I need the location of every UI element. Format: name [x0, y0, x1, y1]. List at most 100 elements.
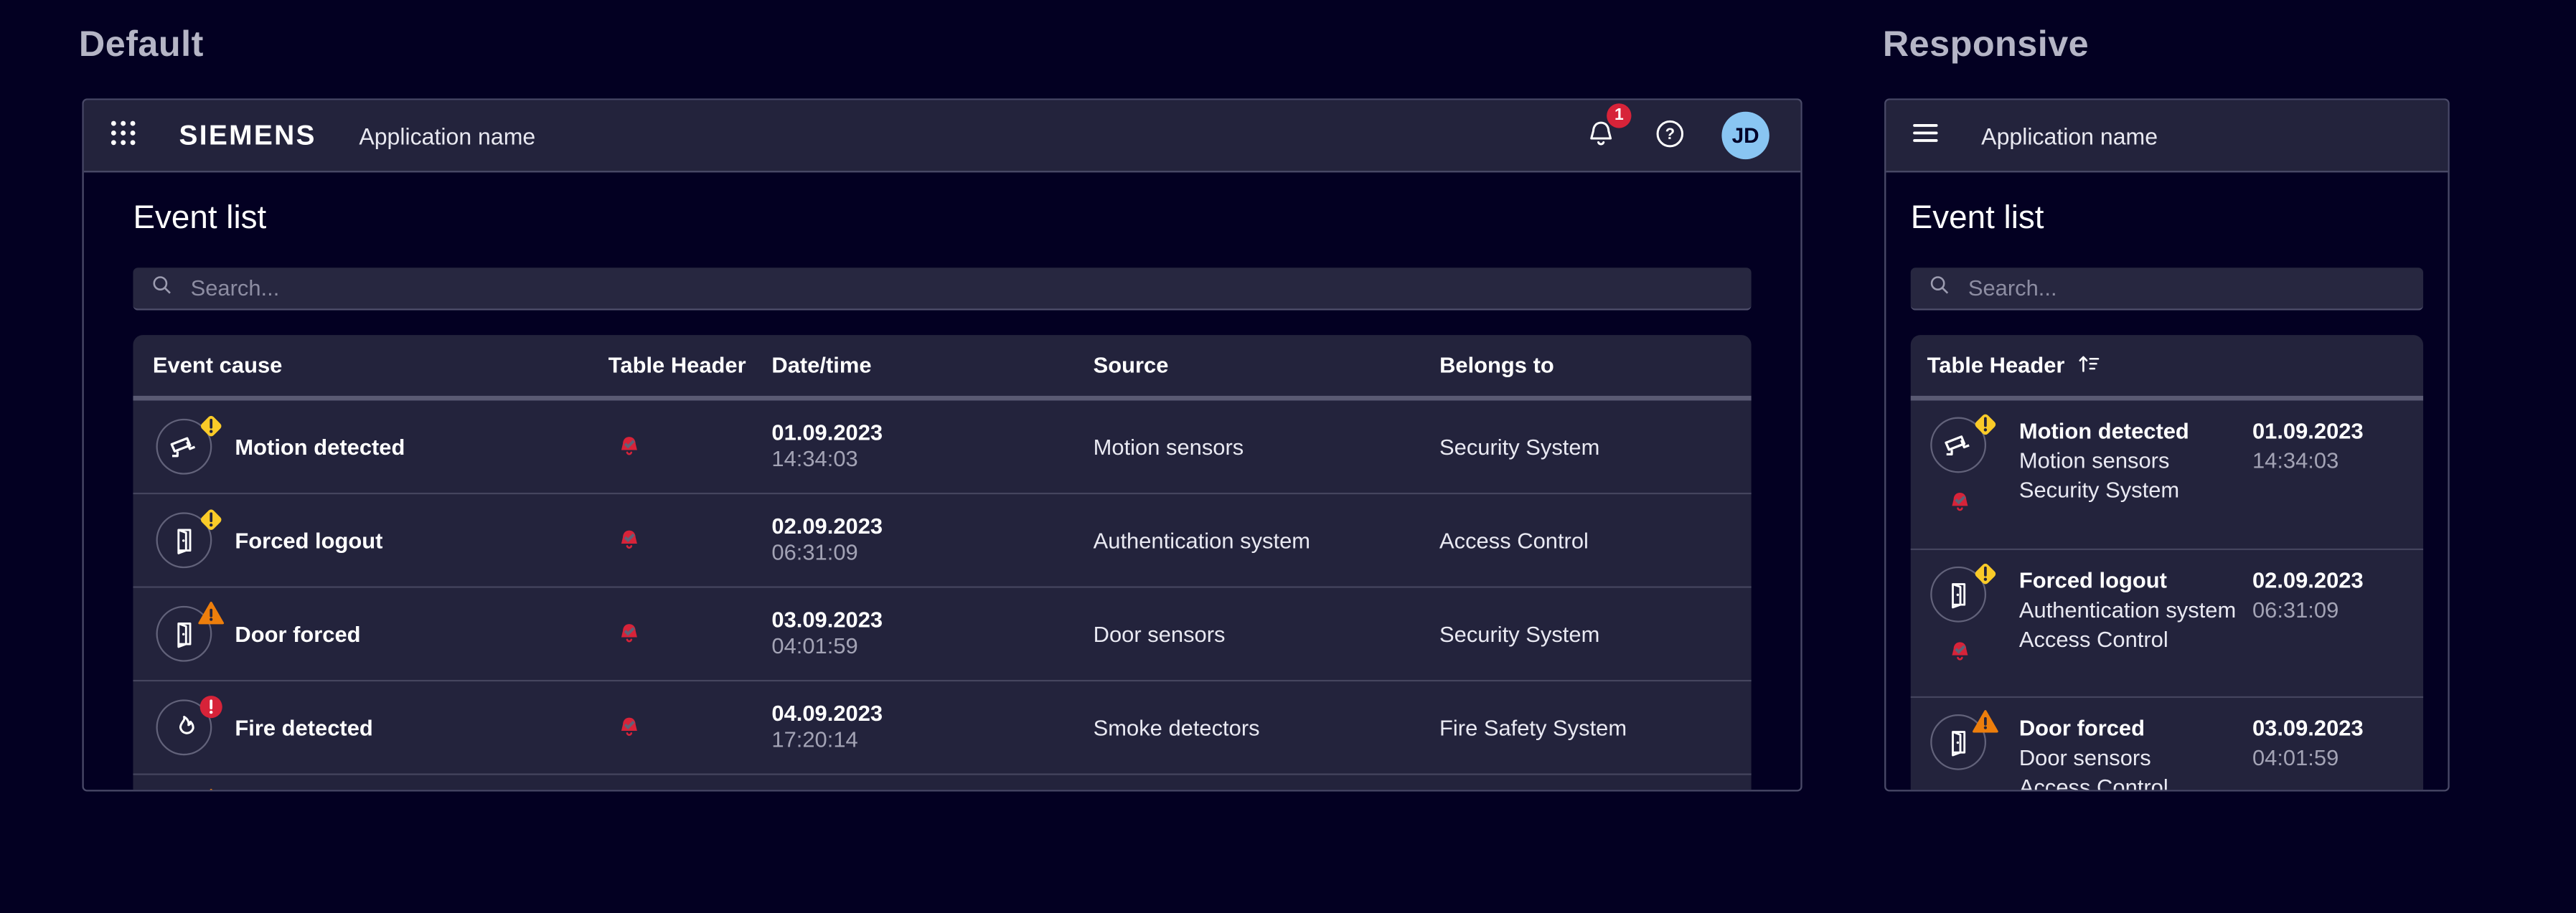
warning-triangle-icon [197, 600, 225, 628]
sort-ascending-icon [2077, 351, 2101, 380]
event-date: 01.09.2023 [2252, 417, 2407, 447]
item-icon-column [1930, 714, 2019, 792]
belongs-to-cell: Security System [1439, 622, 1752, 646]
event-belongs-to-label: Security System [2019, 476, 2252, 506]
responsive-app-header: Application name [1886, 100, 2448, 173]
item-text-column: Forced logout Authentication system Acce… [2019, 567, 2252, 696]
application-name: Application name [1981, 123, 2158, 149]
notification-count-badge: 1 [1607, 103, 1631, 127]
table-row[interactable]: Fire detected 04.09.2023 17:20:14 Smoke … [133, 680, 1751, 774]
responsive-list-body: Motion detected Motion sensors Security … [1911, 401, 2423, 792]
event-time: 06:31:09 [2252, 596, 2407, 625]
alarm-checked-icon [616, 620, 643, 647]
table-header-divider [133, 396, 1751, 401]
cctv-camera-icon [1942, 429, 1975, 462]
list-item[interactable]: Door forced Door sensors Access Control … [1911, 696, 2423, 792]
event-belongs-to-label: Access Control [2019, 625, 2252, 655]
date-time-cell: 04.09.2023 17:20:14 [771, 701, 1093, 754]
item-date-column: 03.09.2023 04:01:59 [2252, 714, 2407, 792]
list-item[interactable]: Forced logout Authentication system Acce… [1911, 549, 2423, 696]
event-time: 14:34:03 [2252, 447, 2407, 476]
hamburger-menu-icon [1909, 117, 1942, 155]
responsive-event-list: Table Header Motion detected Motion sens… [1911, 335, 2423, 791]
app-switcher-icon [107, 117, 140, 155]
column-header-table-header: Table Header [608, 353, 772, 377]
table-header-divider [1911, 396, 2423, 401]
item-date-column: 01.09.2023 14:34:03 [2252, 417, 2407, 549]
event-cause-label: Fire detected [235, 715, 372, 739]
door-icon [168, 524, 201, 557]
status-cell [608, 527, 772, 554]
door-icon [1942, 578, 1975, 611]
warning-diamond-icon [197, 412, 225, 440]
item-text-column: Motion detected Motion sensors Security … [2019, 417, 2252, 549]
responsive-card-body: Event list Table Header Motion detected … [1886, 199, 2448, 792]
cctv-camera-icon [168, 430, 201, 463]
event-date: 04.09.2023 [771, 701, 883, 728]
event-type-icon-circle [156, 419, 212, 475]
responsive-variant-card: Application name Event list Table Header… [1884, 98, 2450, 791]
user-avatar[interactable]: JD [1721, 112, 1769, 159]
notifications-button[interactable]: 1 [1584, 115, 1618, 155]
event-type-icon-circle [156, 606, 212, 662]
event-cause-label: Forced logout [2019, 567, 2252, 596]
event-time: 17:20:14 [771, 727, 857, 754]
table-row[interactable]: Motion detected 01.09.2023 14:34:03 Moti… [133, 401, 1751, 493]
event-table: Event cause Table Header Date/time Sourc… [133, 335, 1751, 791]
item-icon-column [1930, 567, 2019, 696]
help-button[interactable]: ? [1653, 115, 1687, 155]
event-time: 04:01:59 [2252, 744, 2407, 773]
alarm-checked-icon [1930, 623, 1973, 666]
app-header: SIEMENS Application name 1 ? JD [84, 100, 1801, 173]
source-cell: Smoke detectors [1094, 715, 1439, 739]
menu-button[interactable] [1909, 117, 1942, 155]
event-cause-label: Forced logout [235, 528, 382, 552]
status-cell [608, 620, 772, 647]
status-cell [608, 714, 772, 741]
column-header-belongs-to: Belongs to [1439, 353, 1752, 377]
source-cell: Motion sensors [1094, 435, 1439, 459]
event-time: 06:31:09 [771, 540, 857, 567]
flame-icon [168, 711, 201, 744]
event-cause-cell: Door forced [133, 606, 608, 662]
list-item[interactable]: Motion detected Motion sensors Security … [1911, 401, 2423, 549]
event-type-icon-circle [156, 512, 212, 568]
event-date: 03.09.2023 [2252, 714, 2407, 744]
header-actions: 1 ? JD [1584, 112, 1777, 159]
date-time-cell: 02.09.2023 06:31:09 [771, 514, 1093, 567]
event-type-icon-circle [1930, 567, 1986, 623]
alarm-checked-icon [616, 527, 643, 554]
item-icon-column [1930, 417, 2019, 549]
search-input[interactable] [187, 274, 1735, 302]
source-cell: Door sensors [1094, 622, 1439, 646]
alarm-checked-icon [616, 714, 643, 741]
event-date: 02.09.2023 [771, 514, 883, 541]
table-row[interactable]: Door forced 03.09.2023 04:01:59 Door sen… [133, 586, 1751, 680]
app-switcher-button[interactable] [107, 117, 140, 155]
event-source-label: Motion sensors [2019, 447, 2252, 476]
search-field [1911, 268, 2423, 311]
alert-circle-icon [197, 693, 225, 721]
sort-header[interactable]: Table Header [1911, 335, 2423, 396]
alarm-checked-icon [1930, 473, 1973, 516]
event-time: 14:34:03 [771, 447, 857, 473]
design-canvas: Default Responsive SIEMENS Application n… [0, 0, 2576, 913]
table-row[interactable]: 05.09.2023 [133, 773, 1751, 791]
event-source-label: Door sensors [2019, 744, 2252, 773]
page-title: Event list [1911, 199, 2423, 238]
search-icon [149, 272, 174, 305]
event-source-label: Authentication system [2019, 596, 2252, 625]
date-time-cell: 03.09.2023 04:01:59 [771, 607, 1093, 660]
table-row[interactable]: Forced logout 02.09.2023 06:31:09 Authen… [133, 493, 1751, 587]
default-variant-card: SIEMENS Application name 1 ? JD Event li… [82, 98, 1802, 791]
event-cause-label: Motion detected [235, 435, 405, 459]
column-header-date-time: Date/time [771, 353, 1093, 377]
event-cause-cell: Motion detected [133, 419, 608, 475]
siemens-logo: SIEMENS [179, 119, 316, 152]
belongs-to-cell: Fire Safety System [1439, 715, 1752, 739]
event-cause-label: Door forced [2019, 714, 2252, 744]
event-date: 03.09.2023 [771, 607, 883, 634]
search-input[interactable] [1965, 274, 2407, 302]
column-header-event-cause: Event cause [133, 353, 608, 377]
event-cause-label: Door forced [235, 622, 360, 646]
